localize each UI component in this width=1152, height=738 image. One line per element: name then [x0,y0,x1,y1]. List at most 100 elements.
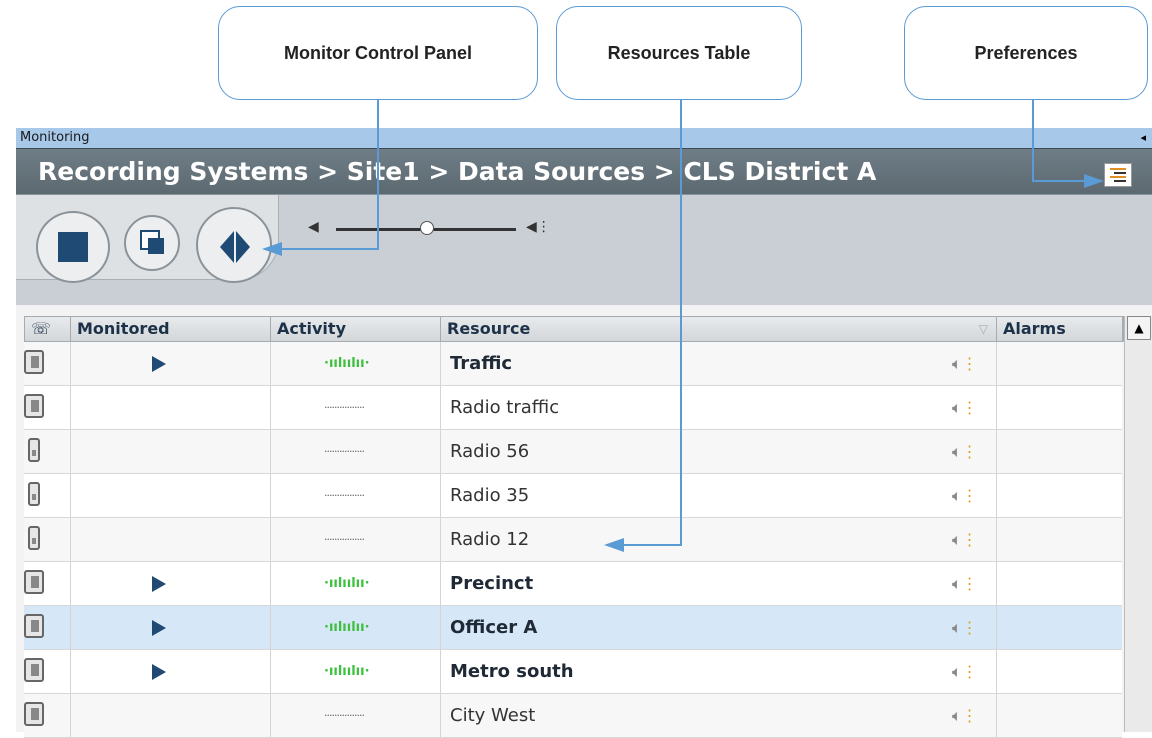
speaker-icon[interactable]: 🔈︎⋮ [952,342,978,385]
resource-name[interactable]: Radio 12 [450,518,529,561]
column-divider [996,518,997,561]
speaker-icon[interactable]: 🔈︎⋮ [952,650,978,693]
desk-phone-icon [24,350,44,374]
play-icon[interactable] [152,664,166,680]
column-divider [440,606,441,649]
activity-waveform-icon: ·ıılıılıı· [324,576,370,591]
speaker-icon[interactable]: 🔈︎⋮ [952,562,978,605]
table-row[interactable]: ················ Radio 12 🔈︎⋮ [24,518,1122,562]
filter-icon[interactable]: ▽ [979,317,988,341]
monitor-icon [220,231,234,263]
column-divider [270,694,271,737]
column-divider [996,606,997,649]
column-divider [440,518,441,561]
column-divider [440,474,441,517]
volume-slider[interactable]: ◀ ◀⋮ [308,219,568,239]
breadcrumb[interactable]: Recording Systems > Site1 > Data Sources… [38,157,876,186]
table-row[interactable]: ················ City West 🔈︎⋮ [24,694,1122,738]
stop-button[interactable] [36,211,110,283]
column-divider [70,694,71,737]
header-resource-label: Resource [447,319,531,338]
resource-name[interactable]: Precinct [450,562,533,605]
column-divider [270,342,271,385]
desk-phone-icon [24,394,44,418]
column-divider [270,474,271,517]
speaker-icon[interactable]: 🔈︎⋮ [952,386,978,429]
speaker-icon[interactable]: 🔈︎⋮ [952,474,978,517]
activity-idle-icon: ················ [324,445,365,458]
activity-idle-icon: ················ [324,401,365,414]
connector-line [1032,100,1034,182]
speaker-icon[interactable]: 🔈︎⋮ [952,606,978,649]
panel-titlebar: Monitoring ◂ [16,128,1152,148]
resource-name[interactable]: Radio traffic [450,386,559,429]
column-divider [270,518,271,561]
activity-idle-icon: ················ [324,489,365,502]
column-divider [70,474,71,517]
column-divider [70,386,71,429]
volume-high-icon: ◀⋮ [526,219,551,235]
column-divider [70,606,71,649]
desk-phone-icon [24,658,44,682]
resource-name[interactable]: Radio 35 [450,474,529,517]
resource-name[interactable]: Traffic [450,342,512,385]
column-divider [270,606,271,649]
table-row[interactable]: ················ Radio 56 🔈︎⋮ [24,430,1122,474]
table-scrollbar[interactable]: ▲ [1124,316,1152,732]
column-divider [440,386,441,429]
column-divider [440,342,441,385]
resource-name[interactable]: Metro south [450,650,574,693]
resource-name[interactable]: Officer A [450,606,537,649]
connector-line [280,248,378,250]
header-activity[interactable]: Activity [271,317,441,341]
play-icon[interactable] [152,576,166,592]
table-row[interactable]: ·ıılıılıı· Metro south 🔈︎⋮ [24,650,1122,694]
stop-icon [58,232,88,262]
connector-line [680,100,682,546]
resource-name[interactable]: Radio 56 [450,430,529,473]
radio-phone-icon [28,438,40,462]
header-phone[interactable]: ☏ [25,317,71,341]
play-icon[interactable] [152,620,166,636]
radio-phone-icon [28,482,40,506]
header-alarms[interactable]: Alarms [997,317,1123,341]
column-divider [70,342,71,385]
copy-button[interactable] [124,215,180,271]
arrow-icon [262,242,282,256]
header-resource[interactable]: Resource ▽ [441,317,997,341]
play-icon[interactable] [152,356,166,372]
column-divider [440,694,441,737]
activity-idle-icon: ················ [324,533,365,546]
header-monitored[interactable]: Monitored [71,317,271,341]
scroll-up-icon[interactable]: ▲ [1127,316,1151,340]
phone-header-icon: ☏ [31,319,52,338]
resource-name[interactable]: City West [450,694,535,737]
column-divider [270,430,271,473]
speaker-icon[interactable]: 🔈︎⋮ [952,694,978,737]
collapse-icon[interactable]: ◂ [1140,128,1146,148]
activity-idle-icon: ················ [324,709,365,722]
table-row[interactable]: ················ Radio 35 🔈︎⋮ [24,474,1122,518]
callout-resources-table: Resources Table [556,6,802,100]
callout-monitor-control-panel: Monitor Control Panel [218,6,538,100]
activity-waveform-icon: ·ıılıılıı· [324,664,370,679]
monitor-control-panel: ◀ ◀⋮ [16,194,1152,305]
arrow-icon [604,538,624,552]
preferences-button[interactable] [1104,163,1132,187]
speaker-icon[interactable]: 🔈︎⋮ [952,518,978,561]
column-divider [996,474,997,517]
speaker-icon[interactable]: 🔈︎⋮ [952,430,978,473]
activity-waveform-icon: ·ıılıılıı· [324,620,370,635]
monitor-button[interactable] [196,207,272,283]
column-divider [440,650,441,693]
radio-phone-icon [28,526,40,550]
table-row[interactable]: ·ıılıılıı· Traffic 🔈︎⋮ [24,342,1122,386]
column-divider [996,694,997,737]
table-row[interactable]: ·ıılıılıı· Officer A 🔈︎⋮ [24,606,1122,650]
volume-low-icon: ◀ [308,219,319,235]
table-row[interactable]: ················ Radio traffic 🔈︎⋮ [24,386,1122,430]
table-row[interactable]: ·ıılıılıı· Precinct 🔈︎⋮ [24,562,1122,606]
volume-knob[interactable] [420,221,434,235]
connector-line [377,100,379,250]
column-divider [70,650,71,693]
